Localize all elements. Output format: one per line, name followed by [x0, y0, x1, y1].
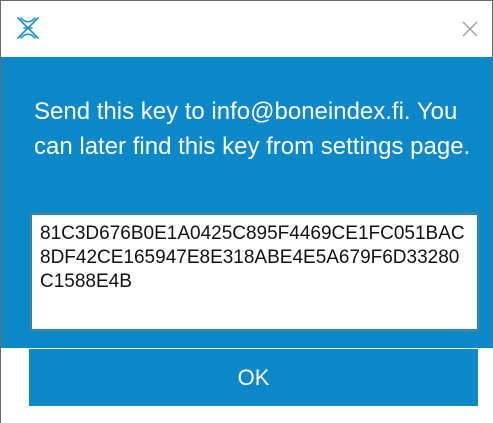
close-button[interactable]: [448, 1, 492, 57]
app-logo-icon: [15, 15, 41, 41]
ok-button[interactable]: OK: [29, 349, 478, 406]
instruction-message: Send this key to info@boneindex.fi. You …: [34, 98, 471, 160]
close-icon: [462, 21, 478, 37]
license-key-field[interactable]: 81C3D676B0E1A0425C895F4469CE1FC051BAC8DF…: [30, 213, 479, 331]
title-bar: [1, 1, 492, 57]
